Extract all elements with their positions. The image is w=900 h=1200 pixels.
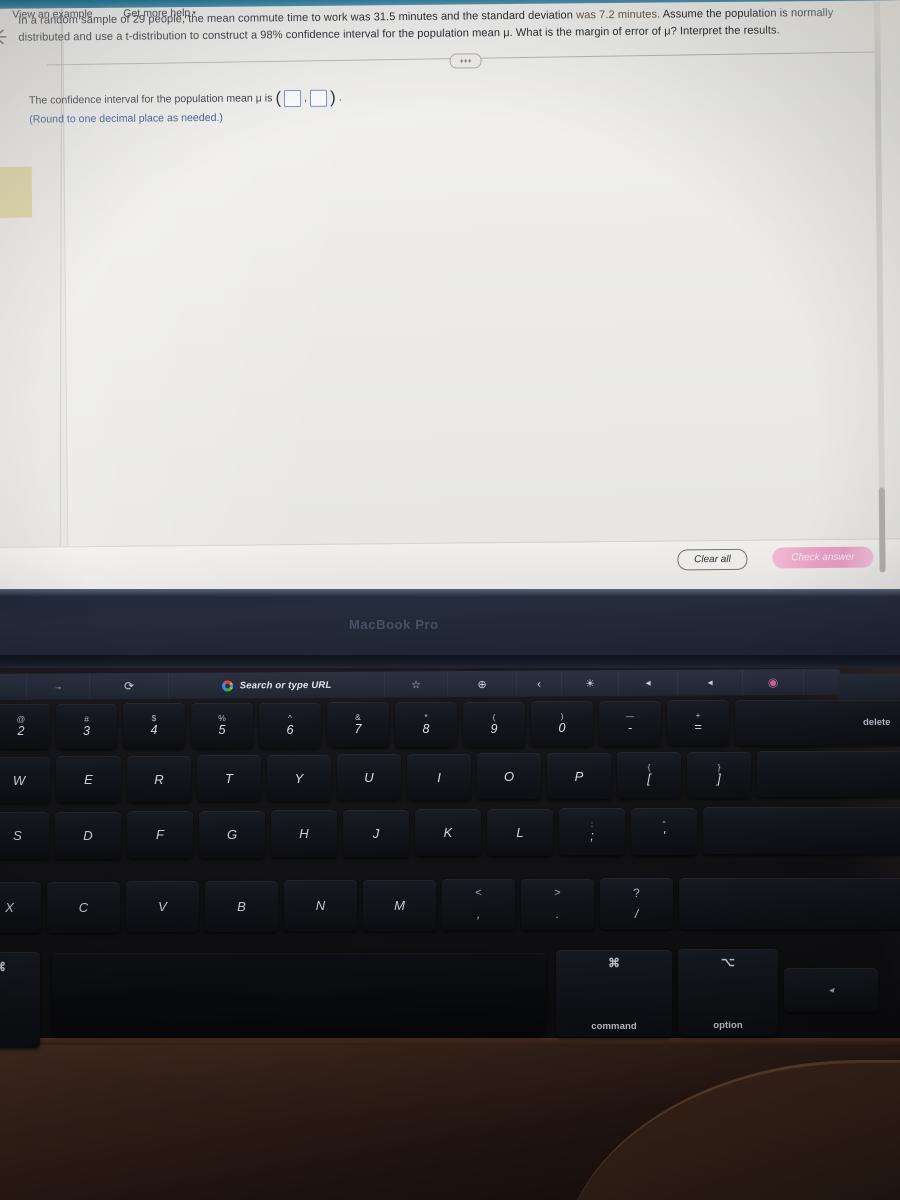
touchbar-search-field[interactable]: Search or type URL <box>168 671 386 699</box>
key-t[interactable]: T <box>197 755 261 801</box>
key-h[interactable]: H <box>271 810 337 857</box>
answer-comma: , <box>304 91 308 104</box>
key-j[interactable]: J <box>343 810 409 857</box>
page-scrollbar-thumb[interactable] <box>878 487 886 573</box>
key-g[interactable]: G <box>199 811 265 858</box>
back-arrow-icon[interactable] <box>0 24 13 50</box>
macbook-brand-text: MacBook Pro <box>349 617 439 632</box>
command-glyph-right: ⌘ <box>607 956 621 970</box>
key-k[interactable]: K <box>415 809 481 856</box>
right-command-label: command <box>591 1021 637 1032</box>
key-7[interactable]: & 7 <box>327 702 389 747</box>
key-l[interactable]: L <box>487 809 553 856</box>
key-v[interactable]: V <box>126 881 199 932</box>
option-label: option <box>713 1020 743 1031</box>
key-r[interactable]: R <box>127 756 191 802</box>
key-equals[interactable]: + = <box>667 700 729 745</box>
key-e[interactable]: E <box>56 756 121 802</box>
touch-bar[interactable]: → ⟳ Search or type URL ☆ ⊕ ‹ ☀ ◂ ◂ ◉ <box>0 668 841 700</box>
key-comma[interactable]: <, <box>442 879 515 930</box>
key-2[interactable]: @2 <box>0 704 50 749</box>
key-x[interactable]: X <box>0 882 41 933</box>
key-6[interactable]: ^ 6 <box>259 703 321 748</box>
key-s[interactable]: S <box>0 812 49 859</box>
siri-icon[interactable]: ◉ <box>742 668 805 696</box>
key-slash[interactable]: ? / <box>600 878 673 929</box>
key-quote[interactable]: " ' <box>631 808 697 855</box>
key-p[interactable]: P <box>547 753 611 799</box>
key-left-command[interactable]: ⌘ and <box>0 952 40 1048</box>
check-answer-button[interactable]: Check answer <box>772 546 874 569</box>
key-o[interactable]: O <box>477 753 541 799</box>
laptop-photo-scene: In a random sample of 29 people, the mea… <box>0 0 900 1200</box>
answer-block: The confidence interval for the populati… <box>29 88 529 129</box>
screen-bezel <box>0 589 900 661</box>
key-delete[interactable]: delete <box>735 700 900 745</box>
key-3[interactable]: #3 <box>56 704 117 749</box>
reload-icon[interactable]: ⟳ <box>89 672 170 700</box>
bezel-sheen <box>0 589 900 597</box>
chevron-down-icon: ▾ <box>192 10 196 18</box>
volume-icon[interactable]: ◂ <box>618 669 679 697</box>
view-an-example-link[interactable]: View an example <box>12 8 93 21</box>
key-right-command[interactable]: ⌘ command <box>556 950 672 1037</box>
key-minus[interactable]: — - <box>599 701 661 746</box>
key-semicolon[interactable]: :; <box>559 808 625 855</box>
answer-prompt: The confidence interval for the populati… <box>28 92 273 107</box>
question-line1-highlight: was 7.2 minutes. <box>576 8 661 22</box>
star-icon[interactable]: ☆ <box>384 671 449 698</box>
key-right-bracket[interactable]: }] <box>687 752 751 798</box>
key-period[interactable]: >. <box>521 879 594 930</box>
mute-icon[interactable]: ◂ <box>677 669 744 696</box>
close-paren: ) <box>329 87 336 107</box>
key-f[interactable]: F <box>127 811 193 858</box>
highlight-swatch <box>0 166 33 219</box>
more-options-icon[interactable] <box>449 53 482 69</box>
open-paren: ( <box>275 88 282 108</box>
plus-circle-icon[interactable]: ⊕ <box>447 670 518 698</box>
question-line1-a: In a random sample of 29 people, the mea… <box>18 9 577 27</box>
key-u[interactable]: U <box>337 754 401 800</box>
key-9[interactable]: (9 <box>463 702 525 747</box>
forward-arrow-icon[interactable]: → <box>26 673 91 700</box>
key-arrow-left[interactable]: ◂ <box>784 968 878 1012</box>
key-spacebar[interactable] <box>52 953 546 1035</box>
key-4[interactable]: $4 <box>123 703 185 748</box>
laptop-screen: In a random sample of 29 people, the mea… <box>0 0 900 608</box>
key-y[interactable]: Y <box>267 755 331 801</box>
key-backslash[interactable] <box>757 751 900 797</box>
key-option[interactable]: ⌥ option <box>678 949 778 1036</box>
question-line2: a t-distribution to construct a 98% conf… <box>116 24 780 43</box>
key-5[interactable]: % 5 <box>191 703 253 748</box>
key-w[interactable]: W <box>0 757 50 803</box>
key-m[interactable]: M <box>363 880 436 931</box>
touchbar-edge-cell[interactable] <box>0 673 28 700</box>
get-more-help-label: Get more help <box>123 7 191 20</box>
key-return[interactable] <box>703 807 900 854</box>
touchbar-right-section[interactable] <box>838 673 900 700</box>
key-c[interactable]: C <box>47 882 120 933</box>
key-b[interactable]: B <box>205 881 278 932</box>
key-left-bracket[interactable]: {[ <box>617 752 681 798</box>
answer-input-upper[interactable] <box>309 89 328 107</box>
back-chevron-icon[interactable]: ‹ <box>516 670 563 697</box>
key-0[interactable]: ) 0 <box>531 701 593 746</box>
key-n[interactable]: N <box>284 880 357 931</box>
key-d[interactable]: D <box>55 812 121 859</box>
key-8[interactable]: * 8 <box>395 702 457 747</box>
option-glyph: ⌥ <box>721 955 735 969</box>
answer-period: . <box>338 91 342 104</box>
brightness-icon[interactable]: ☀ <box>561 670 620 697</box>
clear-all-button[interactable]: Clear all <box>677 548 748 571</box>
google-icon <box>221 679 233 692</box>
command-glyph-left: ⌘ <box>0 960 7 974</box>
key-i[interactable]: I <box>407 754 471 800</box>
touchbar-search-placeholder: Search or type URL <box>239 679 332 691</box>
answer-input-lower[interactable] <box>284 90 302 108</box>
key-right-shift[interactable] <box>679 878 900 929</box>
get-more-help-link[interactable]: Get more help ▾ <box>123 7 196 20</box>
